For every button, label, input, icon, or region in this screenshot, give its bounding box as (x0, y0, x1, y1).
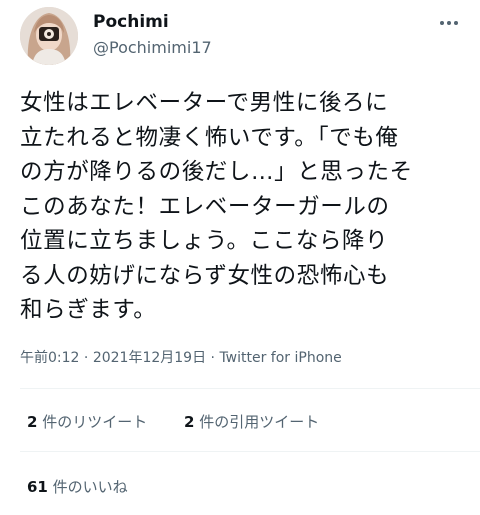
divider (20, 451, 480, 452)
user-handle[interactable]: @Pochimimi17 (93, 38, 212, 57)
more-horizontal-icon[interactable] (434, 14, 464, 32)
engagement-row: 2 件のリツイート 2 件の引用ツイート (20, 411, 460, 431)
quote-count-link[interactable]: 2 件の引用ツイート (184, 411, 319, 432)
retweet-count: 2 (27, 413, 38, 431)
divider (20, 388, 480, 389)
tweet-date[interactable]: 2021年12月19日 (93, 350, 206, 366)
tweet-metadata: 午前0:12 · 2021年12月19日 · Twitter for iPhon… (20, 347, 342, 367)
like-label: 件のいいね (47, 478, 128, 496)
more-dot (447, 21, 451, 25)
retweet-count-link[interactable]: 2 件のリツイート (27, 411, 147, 432)
like-count: 61 (27, 478, 48, 496)
retweet-label: 件のリツイート (37, 413, 148, 431)
tweet-source[interactable]: Twitter for iPhone (219, 350, 341, 366)
tweet-text: 女性はエレベーターで男性に後ろに 立たれると物凄く怖いです。「でも俺 の方が降り… (20, 86, 470, 328)
more-dot (454, 21, 458, 25)
tweet-line: の方が降りるの後だし…」と思ったそ (20, 159, 413, 185)
tweet-line: 女性はエレベーターで男性に後ろに (20, 90, 389, 116)
tweet-line: 位置に立ちましょう。ここなら降り (20, 228, 389, 254)
quote-count: 2 (184, 413, 195, 431)
tweet-line: このあなた！エレベーターガールの (20, 193, 390, 220)
more-dot (440, 21, 444, 25)
tweet-time[interactable]: 午前0:12 (20, 350, 79, 366)
meta-separator: · (79, 350, 93, 366)
tweet-line: 和らぎます。 (20, 297, 157, 323)
display-name[interactable]: Pochimi (93, 12, 169, 32)
likes-row: 61 件のいいね (20, 476, 460, 496)
quote-label: 件の引用ツイート (194, 413, 320, 431)
meta-separator: · (206, 350, 220, 366)
tweet-line: 立たれると物凄く怖いです。「でも俺 (20, 124, 399, 151)
avatar[interactable] (20, 7, 78, 65)
avatar-image (20, 7, 78, 65)
like-count-link[interactable]: 61 件のいいね (27, 476, 128, 497)
tweet-line: る人の妨げにならず女性の恐怖心も (20, 262, 390, 289)
